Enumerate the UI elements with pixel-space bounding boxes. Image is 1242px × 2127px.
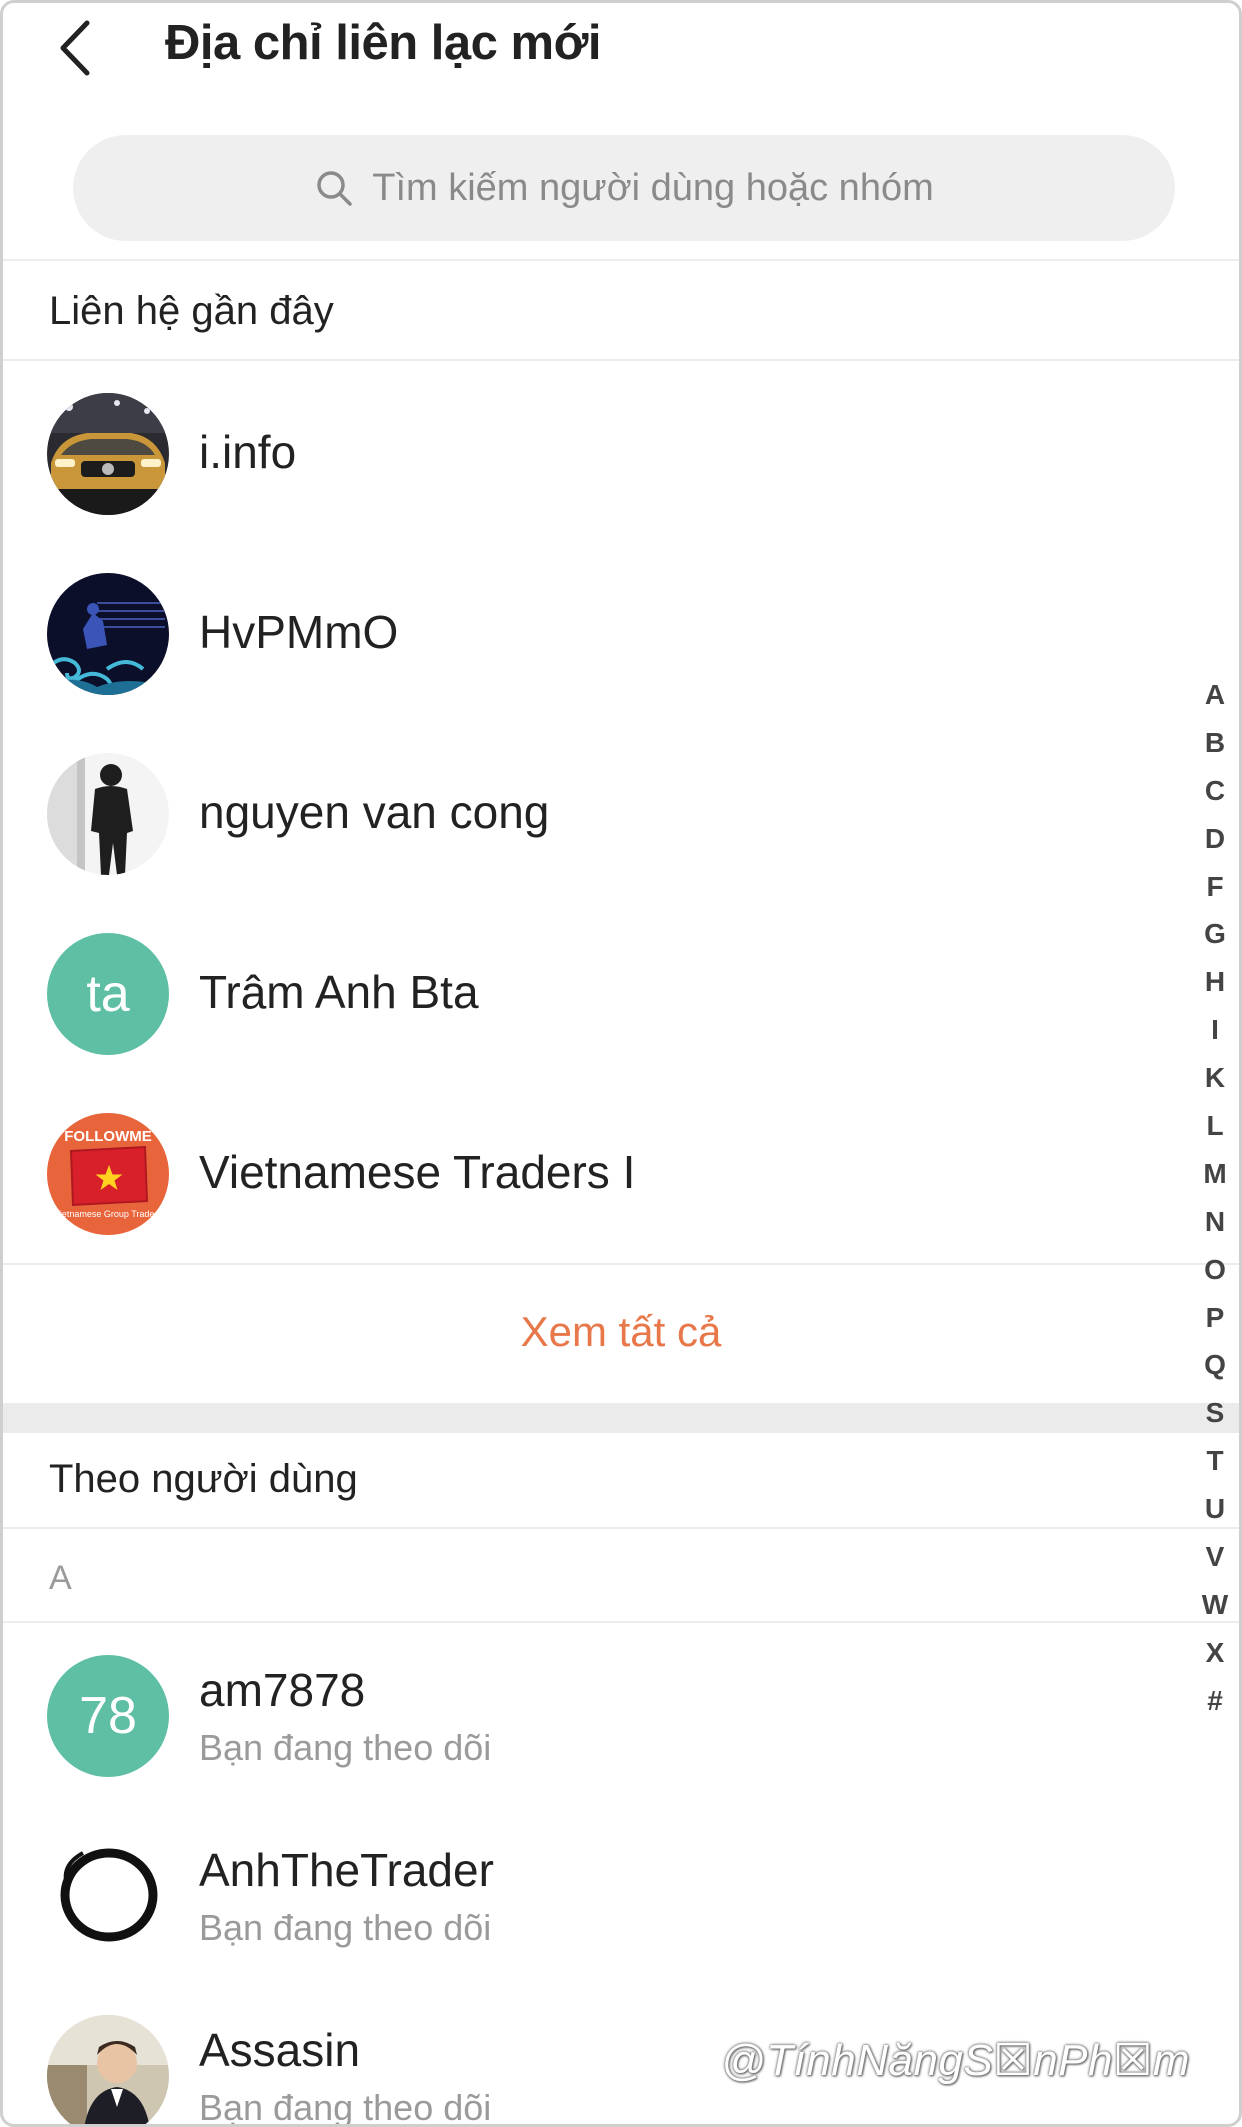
followme-flag-avatar: FOLLOWME Vietnamese Group Traders — [47, 1113, 169, 1235]
alpha-group-header: A — [49, 1559, 72, 1597]
portrait-photo-avatar — [47, 2015, 169, 2124]
index-letter[interactable]: A — [1191, 671, 1239, 719]
contact-name: HvPMmO — [199, 606, 399, 658]
index-letter[interactable]: H — [1191, 958, 1239, 1006]
app-screen: Địa chỉ liên lạc mới Tìm kiếm người dùng… — [0, 0, 1242, 2127]
search-placeholder: Tìm kiếm người dùng hoặc nhóm — [372, 166, 934, 209]
user-name: Assasin — [199, 2024, 361, 2076]
contact-row[interactable]: HvPMmO — [3, 543, 1163, 723]
contact-row[interactable]: ta Trâm Anh Bta — [3, 903, 1163, 1083]
contact-name: i.info — [199, 426, 297, 478]
index-letter[interactable]: L — [1191, 1102, 1239, 1150]
index-letter[interactable]: S — [1191, 1389, 1239, 1437]
index-letter[interactable]: B — [1191, 719, 1239, 767]
divider — [3, 359, 1239, 361]
initials-avatar: ta — [47, 933, 169, 1055]
index-letter[interactable]: I — [1191, 1006, 1239, 1054]
user-name: am7878 — [199, 1664, 366, 1716]
contact-name: Vietnamese Traders I — [199, 1146, 636, 1198]
index-letter[interactable]: M — [1191, 1150, 1239, 1198]
avatar-label: FOLLOWME — [64, 1128, 151, 1145]
index-letter[interactable]: V — [1191, 1533, 1239, 1581]
see-all-link[interactable]: Xem tất cả — [3, 1265, 1239, 1399]
index-letter[interactable]: G — [1191, 910, 1239, 958]
divider — [3, 1621, 1239, 1623]
chevron-left-icon — [60, 20, 90, 76]
index-letter[interactable]: O — [1191, 1246, 1239, 1294]
follow-status: Bạn đang theo dõi — [199, 1727, 492, 1768]
user-row[interactable]: AnhTheTrader Bạn đang theo dõi — [3, 1805, 1163, 1985]
watermark-text: @TínhNăngS☒nPh☒m — [721, 2036, 1191, 2085]
contact-row[interactable]: i.info — [3, 363, 1163, 543]
top-bar: Địa chỉ liên lạc mới — [3, 3, 1239, 93]
index-letter[interactable]: P — [1191, 1294, 1239, 1342]
recent-section-title: Liên hệ gần đây — [49, 289, 334, 333]
user-name: AnhTheTrader — [199, 1844, 494, 1896]
following-section-title: Theo người dùng — [49, 1457, 358, 1501]
car-photo-avatar — [47, 393, 169, 515]
search-icon — [317, 171, 352, 206]
user-row[interactable]: 78 am7878 Bạn đang theo dõi — [3, 1625, 1163, 1805]
ink-circle-avatar — [47, 1835, 169, 1957]
index-letter[interactable]: N — [1191, 1198, 1239, 1246]
index-letter[interactable]: K — [1191, 1054, 1239, 1102]
divider — [3, 1527, 1239, 1529]
contact-name: Trâm Anh Bta — [199, 966, 479, 1018]
index-letter[interactable]: X — [1191, 1629, 1239, 1677]
index-letter[interactable]: T — [1191, 1437, 1239, 1485]
contact-row[interactable]: FOLLOWME Vietnamese Group Traders Vietna… — [3, 1083, 1163, 1263]
index-letter[interactable]: C — [1191, 767, 1239, 815]
search-input[interactable]: Tìm kiếm người dùng hoặc nhóm — [73, 135, 1175, 241]
index-letter[interactable]: W — [1191, 1581, 1239, 1629]
index-letter[interactable]: D — [1191, 815, 1239, 863]
back-button[interactable] — [47, 11, 107, 81]
section-gap — [3, 1403, 1239, 1433]
follow-status: Bạn đang theo dõi — [199, 1907, 492, 1948]
index-letter[interactable]: Q — [1191, 1341, 1239, 1389]
divider — [3, 259, 1239, 261]
alphabet-index[interactable]: A B C D F G H I K L M N O P Q S T U V W X # — [1191, 671, 1239, 1725]
page-title: Địa chỉ liên lạc mới — [165, 16, 602, 70]
index-letter[interactable]: U — [1191, 1485, 1239, 1533]
avatar-caption: Vietnamese Group Traders — [54, 1209, 162, 1219]
contact-row[interactable]: nguyen van cong — [3, 723, 1163, 903]
initials-avatar: 78 — [47, 1655, 169, 1777]
contact-name: nguyen van cong — [199, 786, 550, 838]
follow-status: Bạn đang theo dõi — [199, 2087, 492, 2127]
night-wave-avatar — [47, 573, 169, 695]
index-letter[interactable]: F — [1191, 863, 1239, 911]
silhouette-photo-avatar — [47, 753, 169, 875]
index-letter[interactable]: # — [1191, 1677, 1239, 1725]
